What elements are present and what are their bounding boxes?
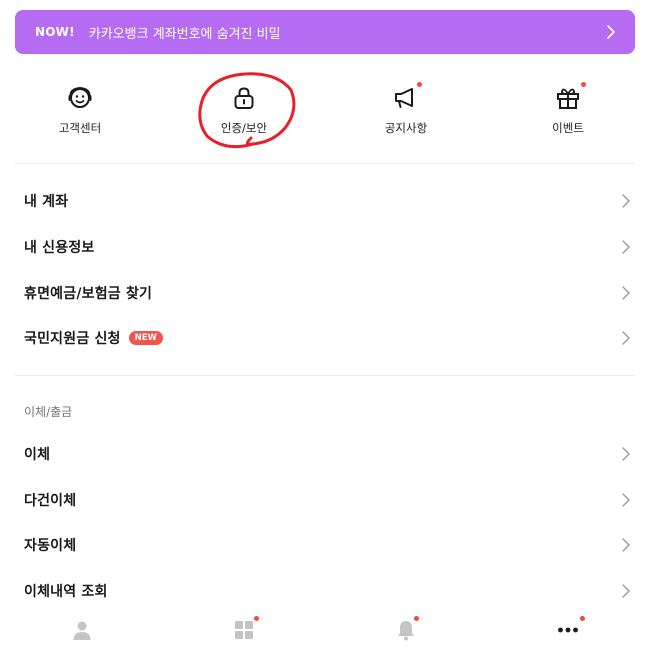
bottom-tab-bar — [0, 610, 650, 652]
quick-item-events[interactable]: 이벤트 — [508, 82, 628, 136]
quick-item-auth-security[interactable]: 인증/보안 — [184, 84, 304, 136]
menu-item-transfer-history[interactable]: 이체내역 조회 — [24, 576, 634, 606]
person-icon — [73, 621, 91, 640]
megaphone-icon — [392, 82, 422, 112]
section-title-transfer: 이체/출금 — [24, 405, 73, 419]
notification-dot — [581, 82, 586, 87]
menu-item-national-support[interactable]: 국민지원금 신청 NEW — [24, 323, 634, 353]
quick-menu: 고객센터 인증/보안 공지사항 이벤트 — [0, 82, 650, 140]
menu-item-label: 휴면예금/보험금 찾기 — [24, 286, 153, 302]
chevron-right-icon — [622, 447, 630, 461]
notification-dot — [414, 616, 419, 621]
menu-item-label: 국민지원금 신청 — [24, 331, 121, 347]
menu-item-my-account[interactable]: 내 계좌 — [24, 186, 634, 216]
menu-item-auto-transfer[interactable]: 자동이체 — [24, 530, 634, 560]
menu-item-label: 자동이체 — [24, 538, 77, 554]
chevron-right-icon — [622, 493, 630, 507]
lock-icon — [230, 84, 258, 112]
tab-home[interactable] — [224, 616, 264, 644]
notification-dot — [417, 82, 422, 87]
menu-item-credit-info[interactable]: 내 신용정보 — [24, 232, 634, 262]
quick-item-label: 이벤트 — [552, 121, 584, 135]
chevron-right-icon — [622, 194, 630, 208]
tab-more[interactable] — [548, 616, 588, 644]
headset-smile-icon — [66, 84, 94, 112]
menu-item-label: 다건이체 — [24, 493, 77, 509]
quick-item-notices[interactable]: 공지사항 — [346, 82, 466, 136]
bell-icon — [398, 621, 414, 641]
chevron-right-icon — [622, 240, 630, 254]
banner-badge: NOW! — [35, 25, 75, 39]
grid-icon — [235, 621, 253, 639]
quick-item-label: 공지사항 — [384, 121, 428, 135]
menu-item-label: 이체 — [24, 447, 51, 463]
divider — [15, 375, 635, 376]
new-badge: NEW — [128, 330, 163, 346]
chevron-right-icon — [622, 331, 630, 345]
notification-dot — [254, 616, 259, 621]
banner-text: 카카오뱅크 계좌번호에 숨겨진 비밀 — [88, 26, 281, 42]
menu-item-transfer[interactable]: 이체 — [24, 439, 634, 469]
gift-icon — [554, 82, 586, 112]
notification-dot — [580, 616, 585, 621]
menu-item-dormant-deposit[interactable]: 휴면예금/보험금 찾기 — [24, 278, 634, 308]
quick-item-label: 고객센터 — [58, 121, 102, 135]
chevron-right-icon — [607, 25, 615, 39]
quick-item-label: 인증/보안 — [220, 121, 268, 135]
menu-item-bulk-transfer[interactable]: 다건이체 — [24, 485, 634, 515]
chevron-right-icon — [622, 584, 630, 598]
more-dots-icon — [558, 627, 578, 633]
quick-item-customer-center[interactable]: 고객센터 — [20, 84, 140, 136]
tab-profile[interactable] — [62, 616, 102, 644]
divider — [15, 163, 635, 164]
menu-item-label: 내 계좌 — [24, 194, 69, 210]
chevron-right-icon — [622, 286, 630, 300]
menu-item-label: 이체내역 조회 — [24, 584, 108, 600]
tab-notifications[interactable] — [386, 616, 426, 644]
menu-item-label: 내 신용정보 — [24, 240, 95, 256]
chevron-right-icon — [622, 538, 630, 552]
promo-banner[interactable]: NOW! 카카오뱅크 계좌번호에 숨겨진 비밀 — [15, 10, 635, 54]
